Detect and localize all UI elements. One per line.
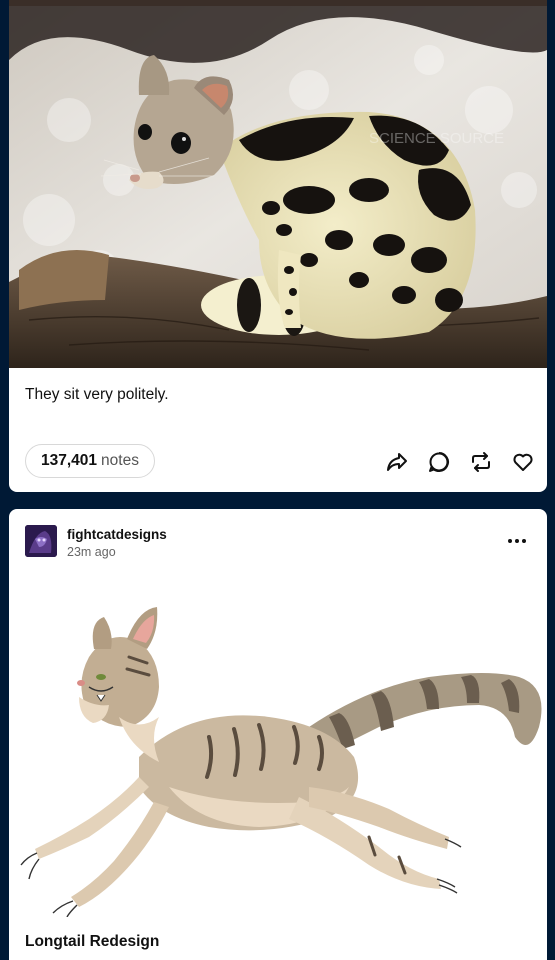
blog-name[interactable]: fightcatdesigns — [67, 527, 167, 542]
reply-icon — [429, 452, 449, 473]
blog-avatar[interactable] — [25, 525, 57, 557]
like-icon — [513, 453, 533, 471]
reblog-icon — [472, 452, 490, 472]
notes-label: notes — [101, 452, 139, 469]
post-card: SCIENCE SOURCE They sit very politely. 1… — [9, 0, 547, 492]
reply-button[interactable] — [425, 448, 453, 476]
photo-watermark: SCIENCE SOURCE — [369, 130, 504, 147]
post-caption: They sit very politely. — [25, 386, 169, 403]
share-icon — [387, 453, 407, 471]
reblog-button[interactable] — [467, 448, 495, 476]
dashboard-feed: SCIENCE SOURCE They sit very politely. 1… — [0, 0, 555, 960]
like-button[interactable] — [509, 448, 537, 476]
notes-count: 137,401 — [41, 452, 98, 469]
post-artwork[interactable] — [9, 587, 547, 918]
more-options-button[interactable] — [503, 533, 531, 549]
post-timestamp: 23m ago — [67, 545, 116, 559]
post-photo[interactable]: SCIENCE SOURCE — [9, 0, 547, 368]
post-title: Longtail Redesign — [25, 933, 160, 950]
post-card: fightcatdesigns 23m ago Longtail Redesig… — [9, 509, 547, 960]
post-actions — [383, 448, 537, 476]
share-button[interactable] — [383, 448, 411, 476]
notes-button[interactable]: 137,401 notes — [25, 444, 155, 478]
more-options-icon — [508, 539, 526, 543]
